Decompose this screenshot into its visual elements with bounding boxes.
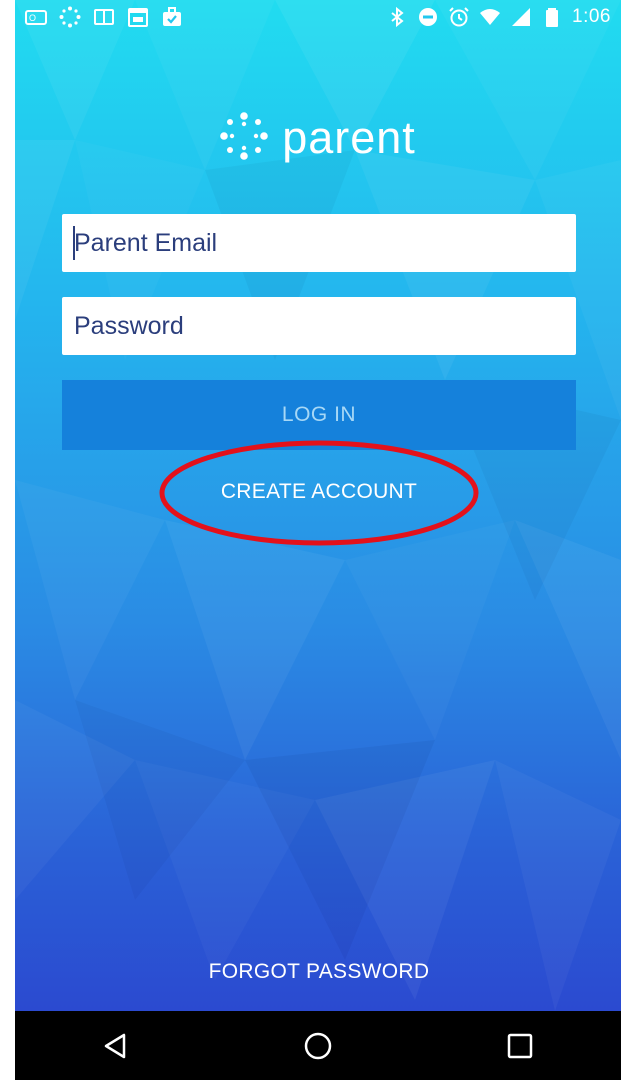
forgot-password-link[interactable]: FORGOT PASSWORD (165, 950, 473, 994)
briefcase-icon (161, 6, 183, 28)
recents-button[interactable] (490, 1016, 550, 1076)
recents-icon (507, 1033, 533, 1058)
canvas-icon (59, 6, 81, 28)
bluetooth-icon (386, 6, 408, 28)
password-field[interactable] (62, 296, 576, 356)
do-not-disturb-icon (417, 6, 439, 28)
home-button[interactable] (288, 1016, 348, 1076)
canvas-logo-icon (220, 111, 268, 165)
back-button[interactable] (86, 1016, 146, 1076)
login-button[interactable]: LOG IN (62, 380, 576, 450)
signal-icon (510, 6, 532, 28)
status-system-icons: 1:06 (386, 6, 621, 28)
create-account-link[interactable]: CREATE ACCOUNT (165, 470, 473, 514)
email-field[interactable] (62, 213, 576, 273)
app-logo: parent (15, 108, 621, 168)
book-icon (93, 6, 115, 28)
app-name: parent (282, 112, 416, 163)
email-input[interactable] (72, 213, 576, 273)
battery-icon (541, 6, 563, 28)
phone-screen: O 1:06 parent Parent Email LOG IN CREATE… (15, 0, 621, 1080)
back-icon (104, 1033, 126, 1058)
navigation-bar (15, 1011, 621, 1080)
svg-text:O: O (29, 13, 36, 23)
status-bar: O 1:06 (15, 0, 621, 34)
status-notifications: O (15, 6, 183, 28)
wifi-icon (479, 6, 501, 28)
outlook-icon: O (25, 6, 47, 28)
text-cursor (73, 226, 75, 260)
alarm-icon (448, 6, 470, 28)
home-icon (304, 1032, 332, 1059)
status-clock: 1:06 (572, 6, 611, 27)
calendar-icon (127, 6, 149, 28)
password-input[interactable] (72, 296, 576, 356)
